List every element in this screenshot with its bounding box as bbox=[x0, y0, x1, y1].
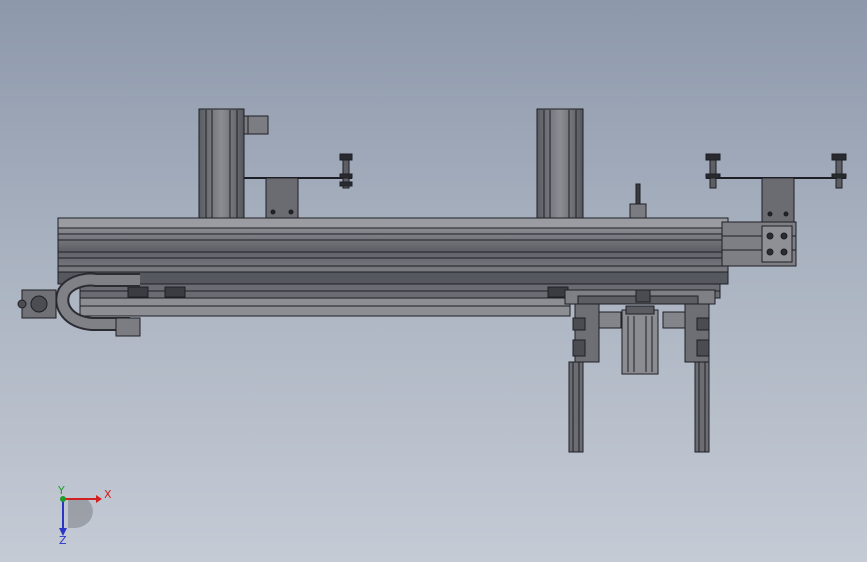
gripper-right-leg[interactable] bbox=[694, 361, 710, 453]
left-column-profile[interactable] bbox=[198, 108, 269, 222]
main-linear-beam[interactable] bbox=[57, 217, 797, 285]
cad-viewport[interactable] bbox=[0, 0, 867, 562]
top-cylinder[interactable] bbox=[629, 183, 647, 223]
assembly-model[interactable] bbox=[17, 108, 847, 453]
left-sensor-bracket[interactable] bbox=[244, 153, 353, 221]
gripper-left-leg[interactable] bbox=[568, 361, 584, 453]
gripper-assembly[interactable] bbox=[564, 289, 716, 375]
middle-column-profile[interactable] bbox=[536, 108, 584, 222]
